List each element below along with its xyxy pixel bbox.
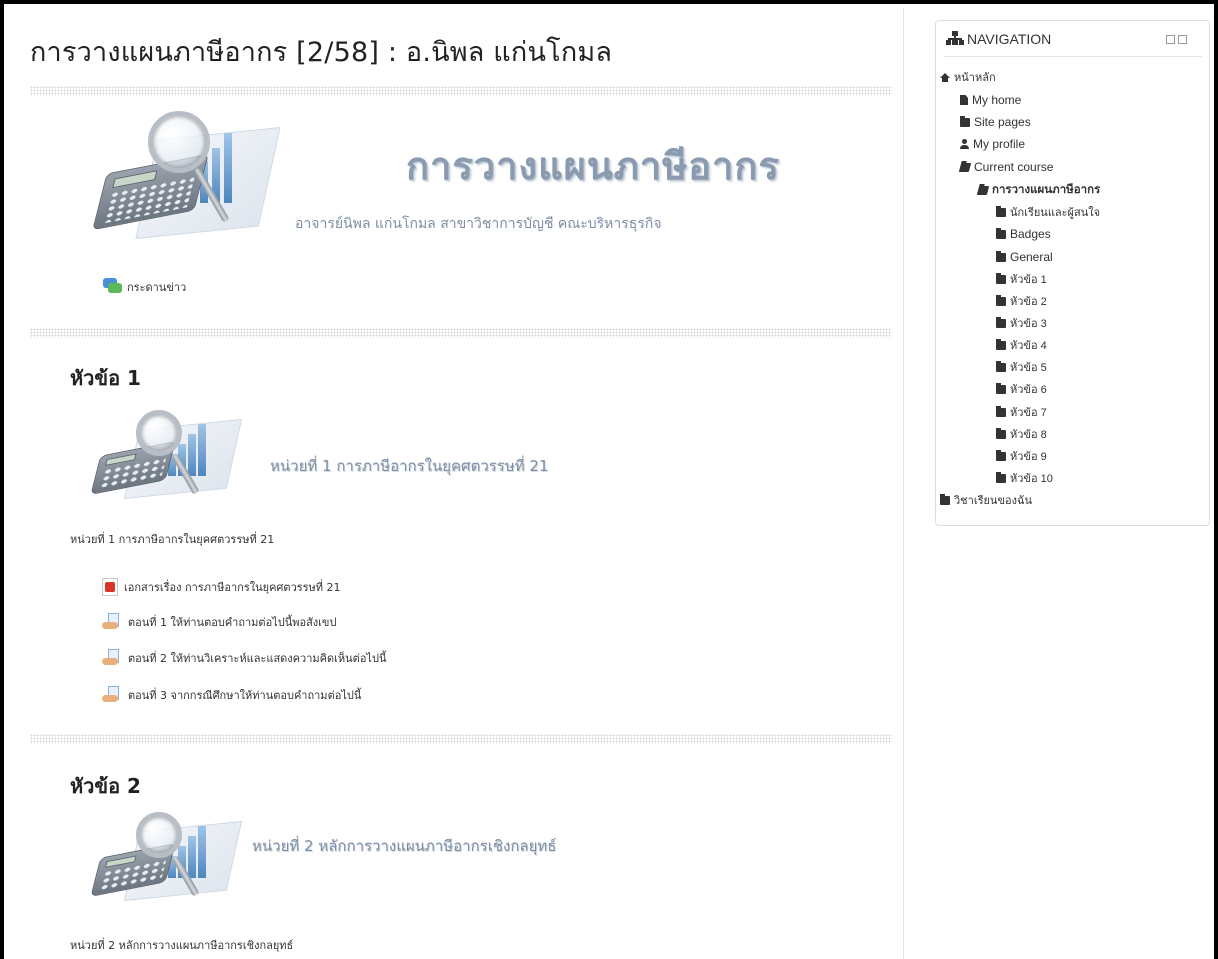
page-frame: การวางแผนภาษีอากร [2/58] : อ.นิพล แก่นโก…: [0, 0, 1218, 959]
assignment-icon: [102, 613, 122, 631]
nav-item-topic-8[interactable]: หัวข้อ 8: [996, 426, 1047, 442]
nav-item-label: การวางแผนภาษีอากร: [992, 184, 1101, 196]
collapse-block-icon[interactable]: [1178, 35, 1187, 44]
folder-icon: [996, 360, 1006, 372]
file-icon: [960, 95, 968, 105]
nav-item-label: หัวข้อ 1: [1010, 274, 1047, 286]
activity-resource-link[interactable]: เอกสารเรื่อง การภาษีอากรในยุคศตวรรษที่ 2…: [102, 578, 341, 596]
folder-icon: [996, 272, 1006, 284]
nav-item-topic-4[interactable]: หัวข้อ 4: [996, 337, 1047, 353]
nav-item-label: หัวข้อ 5: [1010, 362, 1047, 374]
nav-item-current-course[interactable]: Current course: [958, 159, 1054, 175]
nav-item-label: My home: [972, 93, 1022, 107]
folder-icon: [960, 115, 970, 127]
nav-item-label: หัวข้อ 2: [1010, 296, 1047, 308]
nav-item-badges[interactable]: Badges: [996, 226, 1051, 242]
nav-item-label: หัวข้อ 7: [1010, 407, 1047, 419]
folder-icon: [996, 250, 1006, 262]
assignment-icon: [102, 649, 122, 667]
folder-icon: [996, 205, 1006, 217]
sitemap-icon: [946, 31, 964, 47]
folder-icon: [940, 493, 950, 505]
navigation-title: NAVIGATION: [967, 31, 1052, 47]
activity-assignment-link[interactable]: ตอนที่ 3 จากกรณีศึกษาให้ท่านตอบคำถามต่อไ…: [102, 686, 361, 704]
nav-item-topic-2[interactable]: หัวข้อ 2: [996, 293, 1047, 309]
nav-item-label: หัวข้อ 9: [1010, 451, 1047, 463]
banner-subtitle: อาจารย์นิพล แก่นโกมล สาขาวิชาการบัญชี คณ…: [295, 216, 662, 232]
folder-open-icon: [976, 185, 990, 195]
section-2-title: หัวข้อ 2: [70, 774, 141, 798]
dock-block-icon[interactable]: [1166, 35, 1175, 44]
nav-item-label: หน้าหลัก: [954, 72, 996, 84]
section-1-summary: หน่วยที่ 1 การภาษีอากรในยุคศตวรรษที่ 21: [70, 533, 275, 546]
nav-item-topic-5[interactable]: หัวข้อ 5: [996, 359, 1047, 375]
nav-item-my-courses[interactable]: วิชาเรียนของฉัน: [940, 492, 1032, 508]
activity-assignment-link[interactable]: ตอนที่ 1 ให้ท่านตอบคำถามต่อไปนี้พอสังเขป: [102, 613, 336, 631]
folder-icon: [996, 316, 1006, 328]
nav-item-label: Badges: [1010, 227, 1051, 241]
nav-item-course[interactable]: การวางแผนภาษีอากร: [976, 182, 1101, 198]
activity-label: เอกสารเรื่อง การภาษีอากรในยุคศตวรรษที่ 2…: [124, 581, 341, 594]
folder-icon: [996, 294, 1006, 306]
nav-item-label: หัวข้อ 3: [1010, 318, 1047, 330]
folder-icon: [996, 427, 1006, 439]
activity-label: ตอนที่ 2 ให้ท่านวิเคราะห์และแสดงความคิดเ…: [128, 652, 387, 665]
folder-icon: [996, 449, 1006, 461]
assignment-icon: [102, 686, 122, 704]
nav-item-my-profile[interactable]: My profile: [960, 136, 1025, 152]
nav-item-home[interactable]: หน้าหลัก: [940, 69, 996, 85]
nav-item-label: วิชาเรียนของฉัน: [954, 495, 1032, 507]
folder-icon: [996, 338, 1006, 350]
activity-label: ตอนที่ 1 ให้ท่านตอบคำถามต่อไปนี้พอสังเขป: [128, 616, 337, 629]
banner-title: การวางแผนภาษีอากร: [406, 144, 780, 188]
home-icon: [940, 72, 950, 82]
nav-item-site-pages[interactable]: Site pages: [960, 114, 1031, 130]
activity-label: ตอนที่ 3 จากกรณีศึกษาให้ท่านตอบคำถามต่อไ…: [128, 689, 362, 702]
section-1-image-caption: หน่วยที่ 1 การภาษีอากรในยุคศตวรรษที่ 21: [270, 457, 549, 475]
section-divider: [30, 734, 892, 744]
pdf-icon: [102, 578, 118, 596]
news-forum-label: กระดานข่าว: [127, 281, 187, 294]
nav-item-label: หัวข้อ 4: [1010, 340, 1047, 352]
nav-item-label: General: [1010, 250, 1053, 264]
section-divider: [30, 328, 892, 338]
section-divider: [30, 86, 892, 96]
nav-item-label: หัวข้อ 8: [1010, 429, 1047, 441]
section-2-summary: หน่วยที่ 2 หลักการวางแผนภาษีอากรเชิงกลยุ…: [70, 939, 294, 952]
folder-icon: [996, 227, 1006, 239]
page-title: การวางแผนภาษีอากร [2/58] : อ.นิพล แก่นโก…: [30, 37, 613, 68]
nav-item-label: My profile: [973, 137, 1026, 151]
folder-icon: [996, 471, 1006, 483]
nav-item-topic-6[interactable]: หัวข้อ 6: [996, 381, 1047, 397]
course-content: การวางแผนภาษีอากร [2/58] : อ.นิพล แก่นโก…: [8, 8, 904, 959]
calculator-chart-illustration: [88, 103, 288, 253]
nav-item-my-home[interactable]: My home: [960, 92, 1021, 108]
nav-item-label: Current course: [974, 160, 1054, 174]
nav-item-label: หัวข้อ 10: [1010, 473, 1053, 485]
folder-icon: [996, 405, 1006, 417]
nav-item-topic-10[interactable]: หัวข้อ 10: [996, 470, 1053, 486]
nav-item-topic-7[interactable]: หัวข้อ 7: [996, 404, 1047, 420]
navigation-block: NAVIGATION หน้าหลัก My home Site pages M…: [935, 20, 1210, 526]
section-1-image: [88, 406, 258, 506]
nav-item-label: Site pages: [974, 115, 1031, 129]
activity-assignment-link[interactable]: ตอนที่ 2 ให้ท่านวิเคราะห์และแสดงความคิดเ…: [102, 649, 386, 667]
nav-item-topic-1[interactable]: หัวข้อ 1: [996, 271, 1047, 287]
news-forum-link[interactable]: กระดานข่าว: [103, 278, 186, 296]
nav-item-label: นักเรียนและผู้สนใจ: [1010, 207, 1101, 219]
nav-item-topic-3[interactable]: หัวข้อ 3: [996, 315, 1047, 331]
user-icon: [960, 139, 969, 149]
forum-icon: [103, 278, 123, 296]
nav-item-general[interactable]: General: [996, 249, 1053, 265]
folder-icon: [996, 382, 1006, 394]
navigation-header: NAVIGATION: [944, 29, 1202, 57]
nav-item-topic-9[interactable]: หัวข้อ 9: [996, 448, 1047, 464]
section-2-image-caption: หน่วยที่ 2 หลักการวางแผนภาษีอากรเชิงกลยุ…: [252, 837, 557, 855]
nav-item-participants[interactable]: นักเรียนและผู้สนใจ: [996, 204, 1100, 220]
nav-item-label: หัวข้อ 6: [1010, 384, 1047, 396]
folder-open-icon: [958, 162, 972, 172]
course-banner: การวางแผนภาษีอากร อาจารย์นิพล แก่นโกมล ส…: [88, 103, 848, 263]
section-2-image: [88, 808, 258, 908]
section-1-title: หัวข้อ 1: [70, 366, 141, 390]
